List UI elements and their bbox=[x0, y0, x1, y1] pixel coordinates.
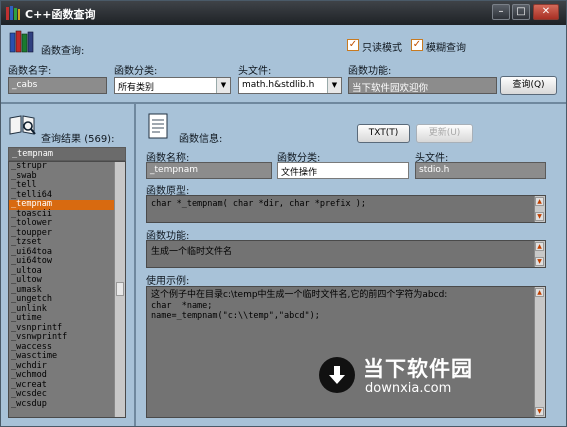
feature-input[interactable]: 当下软件园欢迎你 bbox=[348, 77, 497, 94]
close-button[interactable]: ✕ bbox=[533, 4, 559, 20]
function-name-label: 函数名字: bbox=[8, 66, 52, 77]
scroll-up-icon[interactable]: ▲ bbox=[535, 288, 544, 297]
feature-label: 函数功能: bbox=[348, 66, 392, 77]
category-select-value: 所有类别 bbox=[118, 83, 155, 93]
results-items: _strupr _swab _tell _telli64 _tempnam _toasci… bbox=[9, 162, 125, 409]
chevron-down-icon[interactable]: ▼ bbox=[216, 78, 230, 93]
watermark: 当下软件园 downxia.com bbox=[319, 351, 519, 401]
example-line-2: char *name; bbox=[151, 301, 213, 311]
divider-horizontal bbox=[1, 102, 566, 104]
books-icon bbox=[9, 30, 34, 53]
scroll-up-icon[interactable]: ▲ bbox=[535, 242, 544, 251]
header-file-label: 头文件: bbox=[238, 66, 272, 77]
fuzzy-checkbox[interactable]: ✓ bbox=[411, 39, 423, 51]
example-scrollbar[interactable]: ▲ ▼ bbox=[534, 287, 545, 417]
example-label: 使用示例: bbox=[146, 276, 190, 287]
feature-textarea[interactable]: 生成一个临时文件名 ▲ ▼ bbox=[146, 240, 546, 268]
title-bar[interactable]: C++函数查询 – □ ✕ bbox=[1, 1, 566, 25]
results-colon: : bbox=[111, 134, 115, 145]
feature-text: 生成一个临时文件名 bbox=[151, 247, 233, 257]
document-icon bbox=[148, 113, 168, 139]
prototype-text: char *_tempnam( char *dir, char *prefix … bbox=[151, 199, 366, 209]
list-item[interactable]: _wcsdup bbox=[9, 399, 125, 410]
results-filter-input[interactable]: _tempnam bbox=[8, 147, 126, 161]
example-line-1: 这个例子中在目录c:\temp中生成一个临时文件名,它的前四个字符为abcd: bbox=[151, 290, 448, 300]
fuzzy-label: 模糊查询 bbox=[426, 43, 466, 54]
function-name-input[interactable]: _cabs bbox=[8, 77, 107, 94]
scroll-down-icon[interactable]: ▼ bbox=[535, 257, 544, 266]
prototype-scrollbar[interactable]: ▲ ▼ bbox=[534, 196, 545, 222]
info-category-field: 文件操作 bbox=[277, 162, 409, 179]
results-scrollbar[interactable] bbox=[114, 162, 125, 417]
feature-scrollbar[interactable]: ▲ ▼ bbox=[534, 241, 545, 267]
category-label: 函数分类: bbox=[114, 66, 158, 77]
chevron-down-icon[interactable]: ▼ bbox=[327, 78, 341, 93]
update-button[interactable]: 更新(U) bbox=[416, 124, 473, 143]
minimize-button[interactable]: – bbox=[492, 4, 510, 20]
category-select[interactable]: 所有类别 ▼ bbox=[114, 77, 231, 94]
divider-vertical bbox=[134, 104, 136, 426]
example-line-3: name=_tempnam("c:\\temp","abcd"); bbox=[151, 311, 320, 321]
open-book-icon bbox=[9, 115, 36, 135]
app-icon bbox=[6, 6, 20, 20]
results-list[interactable]: _strupr _swab _tell _telli64 _tempnam _toasci… bbox=[8, 161, 126, 418]
info-header-field: stdio.h bbox=[415, 162, 546, 179]
info-heading: 函数信息: bbox=[179, 134, 223, 145]
search-heading: 函数查询: bbox=[41, 46, 85, 57]
info-name-field: _tempnam bbox=[146, 162, 272, 179]
query-button[interactable]: 查询(Q) bbox=[500, 76, 557, 95]
results-heading: 查询结果 (569): bbox=[41, 130, 114, 145]
scroll-down-icon[interactable]: ▼ bbox=[535, 407, 544, 416]
prototype-textarea[interactable]: char *_tempnam( char *dir, char *prefix … bbox=[146, 195, 546, 223]
watermark-url: downxia.com bbox=[365, 381, 452, 396]
window-title: C++函数查询 bbox=[25, 8, 96, 21]
download-icon bbox=[319, 357, 355, 393]
scroll-down-icon[interactable]: ▼ bbox=[535, 212, 544, 221]
maximize-button[interactable]: □ bbox=[512, 4, 530, 20]
watermark-title: 当下软件园 bbox=[363, 357, 473, 381]
header-file-select[interactable]: math.h&stdlib.h ▼ bbox=[238, 77, 342, 94]
txt-button[interactable]: TXT(T) bbox=[357, 124, 410, 143]
main-window: C++函数查询 – □ ✕ 函数查询: ✓ 只读模式 ✓ 模糊查询 函数名字: … bbox=[0, 0, 567, 427]
results-heading-text: 查询结果 bbox=[41, 134, 81, 145]
readonly-checkbox[interactable]: ✓ bbox=[347, 39, 359, 51]
header-file-select-value: math.h&stdlib.h bbox=[242, 80, 315, 90]
scrollbar-thumb[interactable] bbox=[116, 282, 124, 296]
results-count: (569) bbox=[84, 134, 112, 145]
scroll-up-icon[interactable]: ▲ bbox=[535, 197, 544, 206]
readonly-label: 只读模式 bbox=[362, 43, 402, 54]
